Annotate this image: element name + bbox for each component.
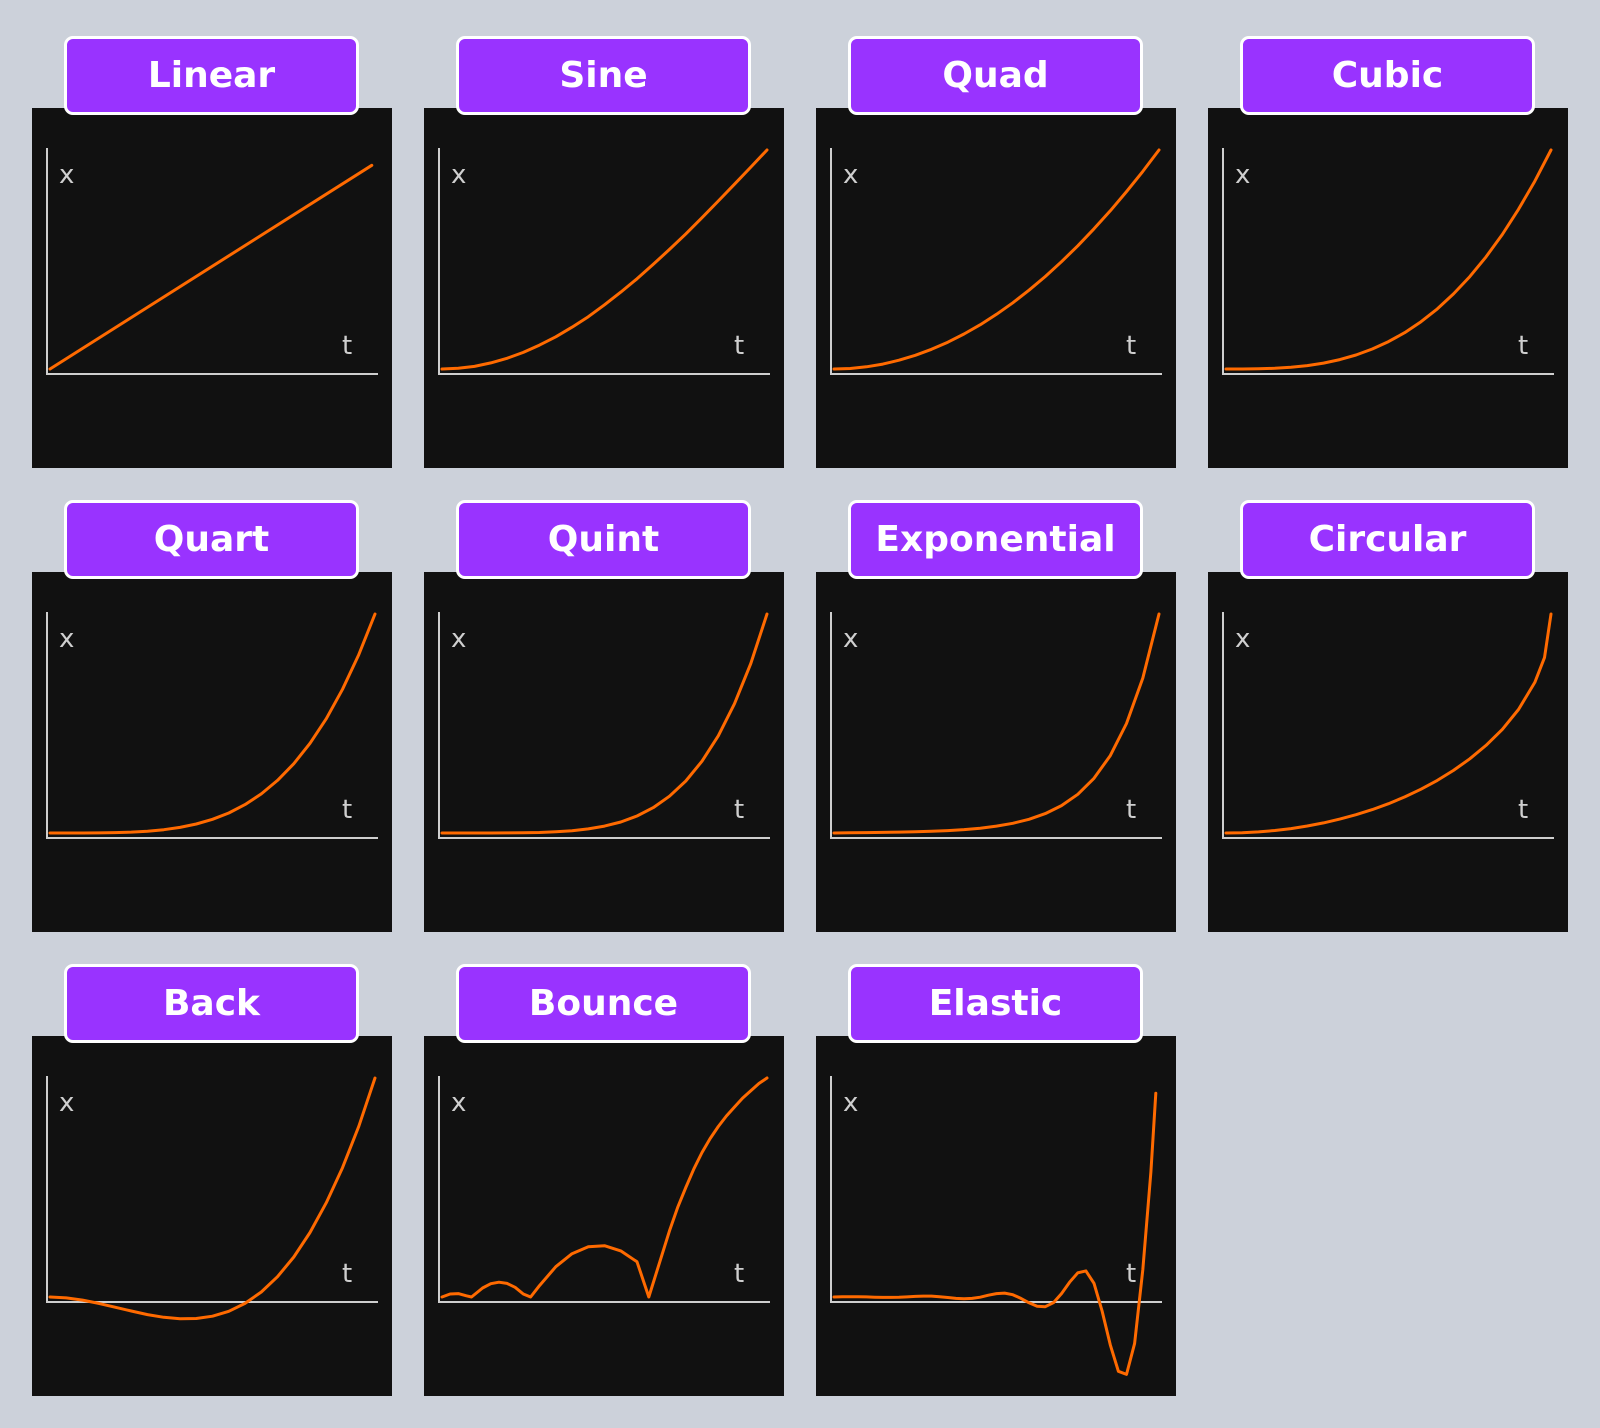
chart-title-quart: Quart xyxy=(64,500,359,579)
easing-curve-elastic xyxy=(832,1091,1158,1376)
x-axis-label: t xyxy=(1518,331,1528,361)
chart-title-circular: Circular xyxy=(1240,500,1535,579)
y-axis-label: x xyxy=(59,624,74,654)
chart-card-quint: xt xyxy=(424,572,784,932)
y-axis-label: x xyxy=(1235,160,1250,190)
y-axis-label: x xyxy=(451,160,466,190)
easing-curve-sine xyxy=(440,148,769,371)
chart-title-quint: Quint xyxy=(456,500,751,579)
chart-card-back: xt xyxy=(32,1036,392,1396)
chart-title-sine: Sine xyxy=(456,36,751,115)
x-axis-label: t xyxy=(1518,795,1528,825)
chart-linear: xt xyxy=(46,148,378,375)
x-axis-label: t xyxy=(1126,1259,1136,1289)
chart-sine: xt xyxy=(438,148,770,375)
chart-title-cubic: Cubic xyxy=(1240,36,1535,115)
y-axis-label: x xyxy=(1235,624,1250,654)
easing-curve-exponential xyxy=(832,612,1161,835)
chart-title-quad: Quad xyxy=(848,36,1143,115)
chart-quart: xt xyxy=(46,612,378,839)
chart-title-bounce: Bounce xyxy=(456,964,751,1043)
x-axis-label: t xyxy=(734,795,744,825)
chart-card-quart: xt xyxy=(32,572,392,932)
chart-title-linear: Linear xyxy=(64,36,359,115)
easing-curve-cubic xyxy=(1224,148,1553,371)
chart-card-cubic: xt xyxy=(1208,108,1568,468)
x-axis-label: t xyxy=(342,1259,352,1289)
chart-card-sine: xt xyxy=(424,108,784,468)
y-axis-label: x xyxy=(451,1088,466,1118)
chart-quad: xt xyxy=(830,148,1162,375)
easing-curve-circular xyxy=(1224,612,1553,835)
easing-curve-quint xyxy=(440,612,769,835)
chart-card-quad: xt xyxy=(816,108,1176,468)
chart-quint: xt xyxy=(438,612,770,839)
x-axis-label: t xyxy=(1126,331,1136,361)
chart-cubic: xt xyxy=(1222,148,1554,375)
x-axis-label: t xyxy=(734,331,744,361)
y-axis-label: x xyxy=(451,624,466,654)
chart-card-circular: xt xyxy=(1208,572,1568,932)
chart-elastic: xt xyxy=(830,1076,1162,1376)
x-axis-label: t xyxy=(1126,795,1136,825)
easing-curve-back xyxy=(48,1076,377,1321)
x-axis-label: t xyxy=(342,331,352,361)
easing-curve-bounce xyxy=(440,1076,769,1299)
y-axis-label: x xyxy=(843,160,858,190)
chart-title-exponential: Exponential xyxy=(848,500,1143,579)
chart-back: xt xyxy=(46,1076,378,1321)
easing-curve-quad xyxy=(832,148,1161,371)
easing-curve-linear xyxy=(48,163,374,371)
chart-exponential: xt xyxy=(830,612,1162,839)
y-axis-label: x xyxy=(843,624,858,654)
y-axis-label: x xyxy=(59,1088,74,1118)
chart-card-exponential: xt xyxy=(816,572,1176,932)
y-axis-label: x xyxy=(59,160,74,190)
x-axis-label: t xyxy=(734,1259,744,1289)
chart-bounce: xt xyxy=(438,1076,770,1303)
x-axis-label: t xyxy=(342,795,352,825)
chart-circular: xt xyxy=(1222,612,1554,839)
chart-title-back: Back xyxy=(64,964,359,1043)
y-axis-label: x xyxy=(843,1088,858,1118)
chart-title-elastic: Elastic xyxy=(848,964,1143,1043)
easing-curve-quart xyxy=(48,612,377,835)
chart-card-elastic: xt xyxy=(816,1036,1176,1396)
chart-card-bounce: xt xyxy=(424,1036,784,1396)
chart-card-linear: xt xyxy=(32,108,392,468)
